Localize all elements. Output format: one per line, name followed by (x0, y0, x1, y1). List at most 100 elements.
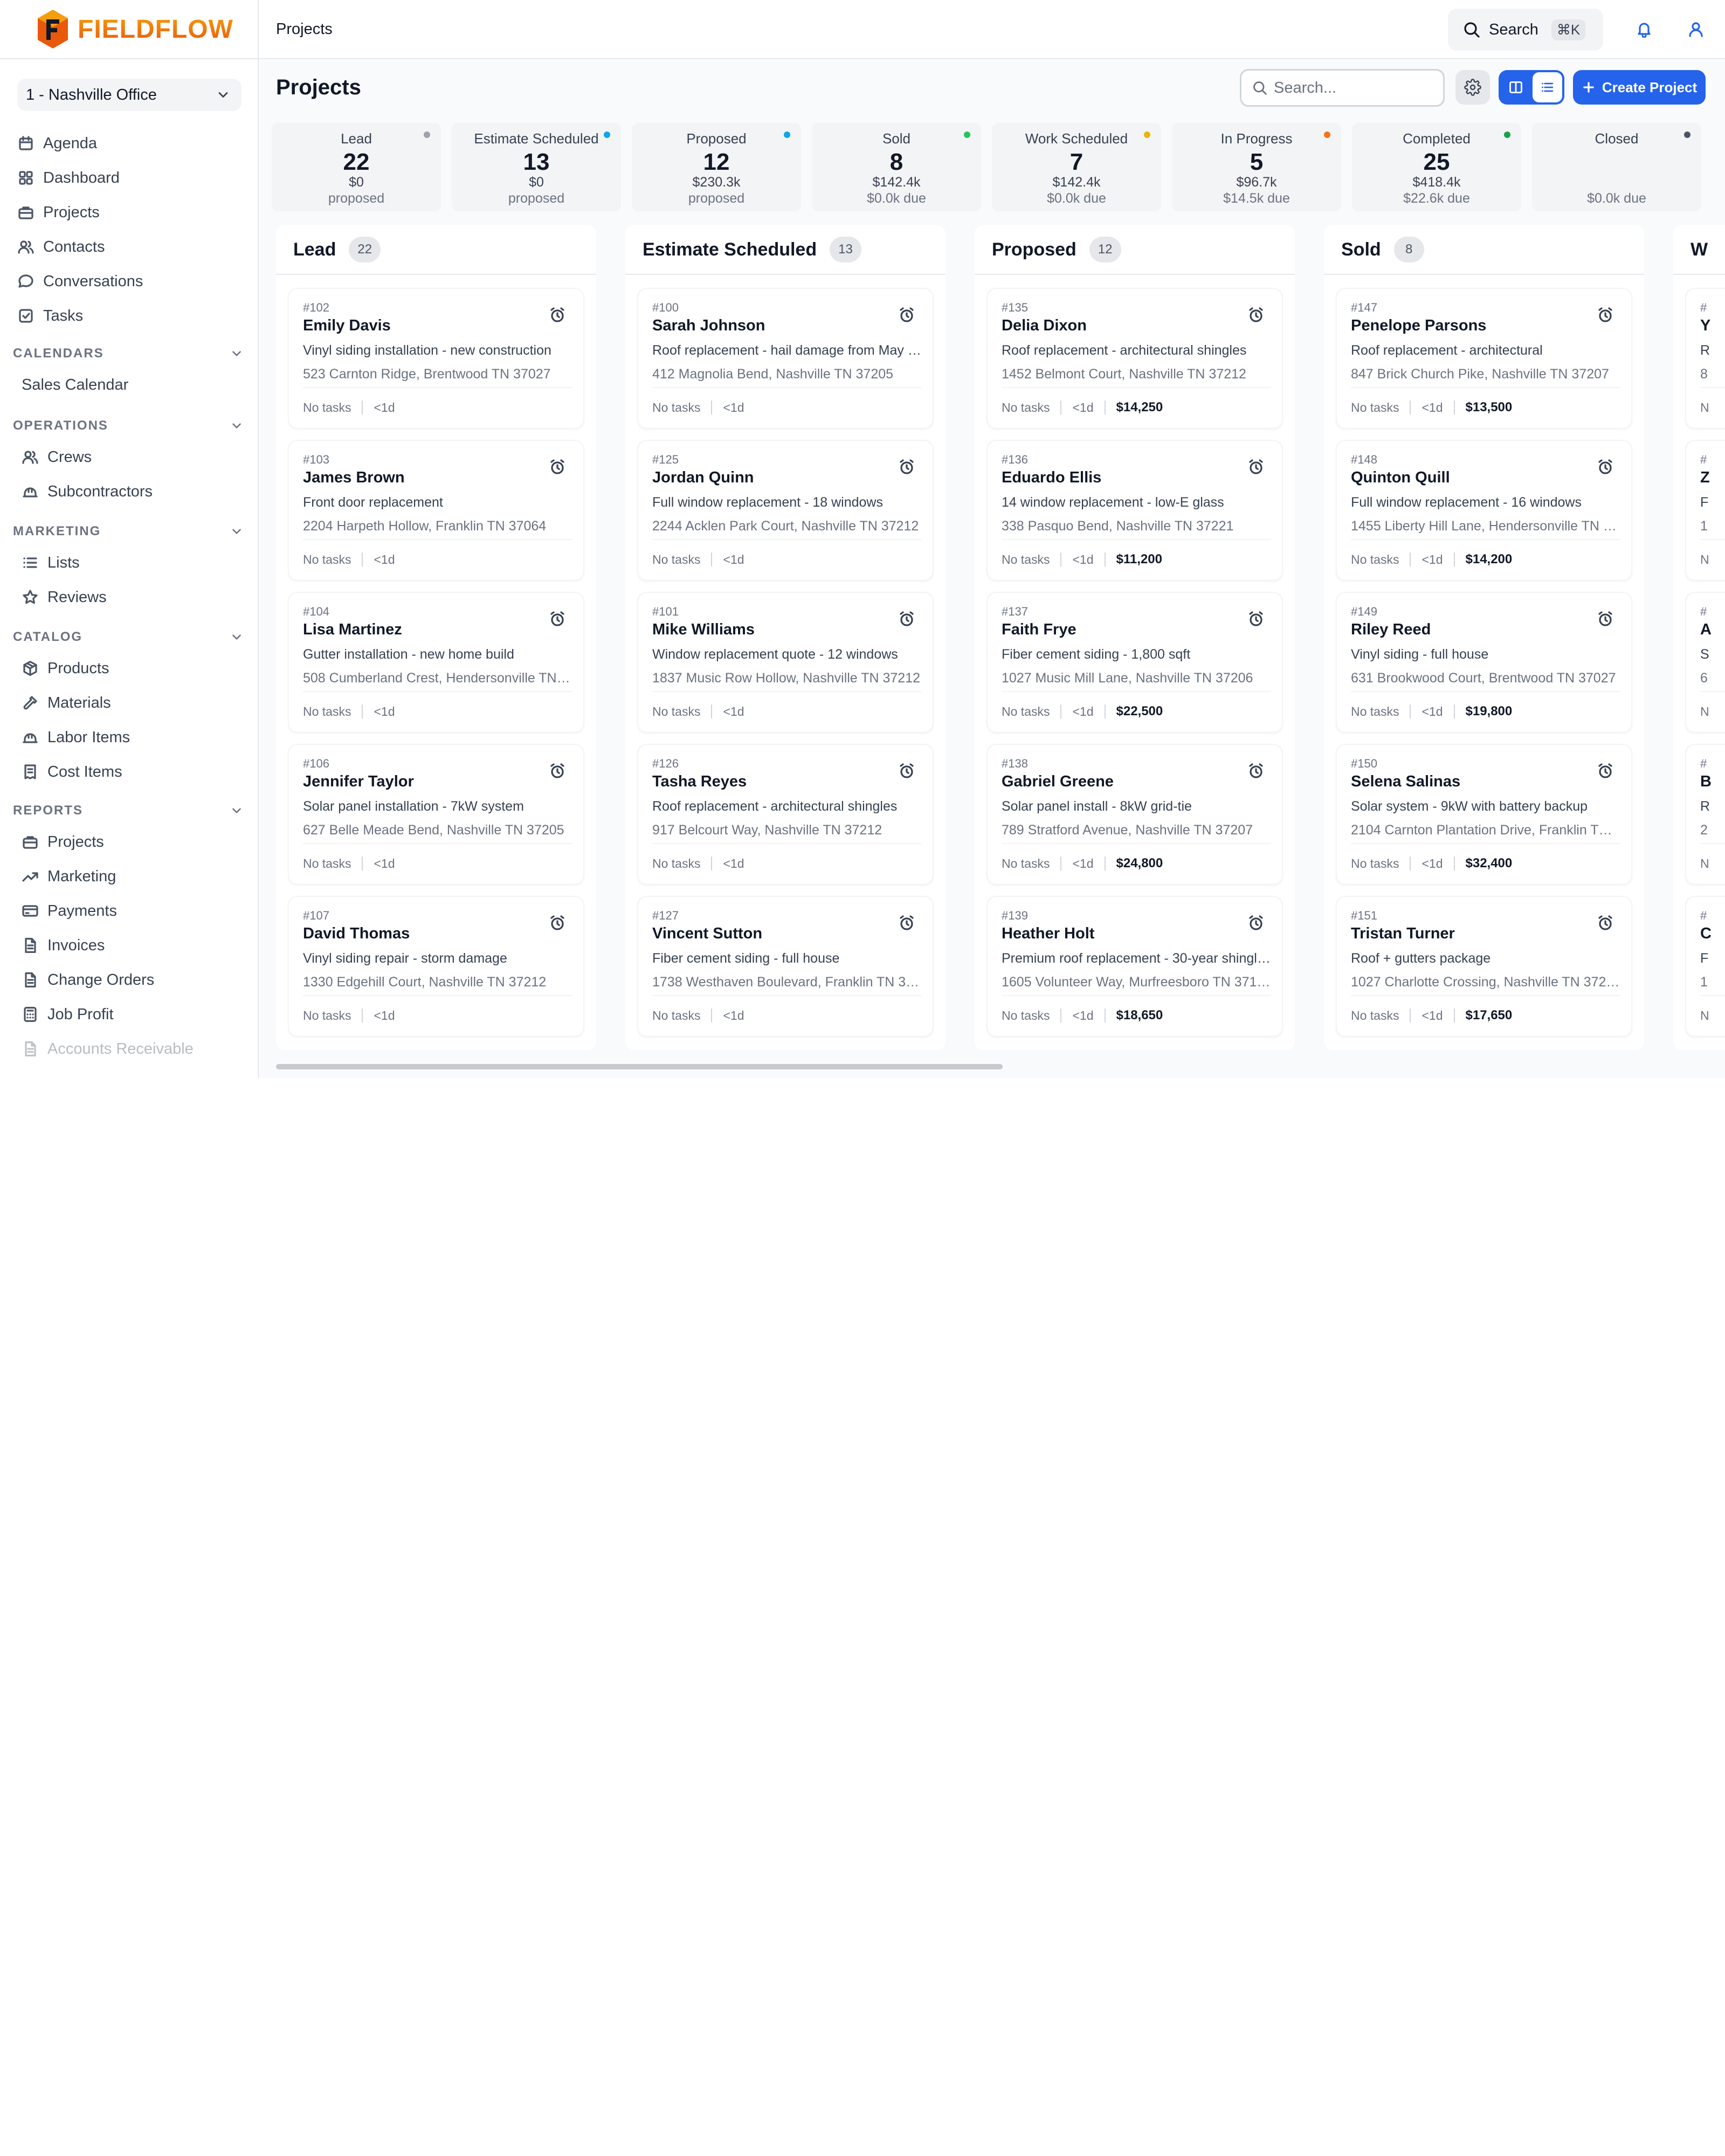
project-card[interactable]: #137 Faith Frye Fiber cement siding - 1,… (988, 593, 1282, 732)
sidebar-item-catalog-labor-items[interactable]: Labor Items (22, 724, 130, 750)
sidebar-item-marketing-lists[interactable]: Lists (22, 550, 80, 576)
sidebar-item-reports-marketing[interactable]: Marketing (22, 863, 116, 889)
alarm-clock-icon[interactable] (898, 914, 915, 931)
sidebar-item-marketing-reviews[interactable]: Reviews (22, 584, 107, 610)
footer-divider (1060, 704, 1062, 718)
project-card[interactable]: #151 Tristan Turner Roof + gutters packa… (1337, 897, 1631, 1036)
sidebar-item-reports-accounts-receivable[interactable]: Accounts Receivable (22, 1036, 194, 1062)
alarm-clock-icon[interactable] (898, 610, 915, 627)
alarm-clock-icon[interactable] (549, 914, 566, 931)
project-card[interactable]: #149 Riley Reed Vinyl siding - full hous… (1337, 593, 1631, 732)
stage-summary[interactable]: Sold 8 $142.4k $0.0k due (812, 123, 981, 211)
stage-status-dot (604, 132, 610, 138)
sidebar-section-operations[interactable]: OPERATIONS (13, 418, 244, 433)
sidebar-item-operations-crews[interactable]: Crews (22, 444, 92, 470)
alarm-clock-icon[interactable] (1597, 610, 1614, 627)
logo[interactable]: FIELDFLOW (0, 0, 258, 59)
bell-icon[interactable] (1636, 20, 1653, 38)
project-card[interactable]: #127 Vincent Sutton Fiber cement siding … (638, 897, 933, 1036)
sidebar-item-reports-invoices[interactable]: Invoices (22, 932, 105, 958)
stage-summary[interactable]: Work Scheduled 7 $142.4k $0.0k due (992, 123, 1161, 211)
sidebar-section-catalog[interactable]: CATALOG (13, 630, 244, 645)
sidebar-item-conversations[interactable]: Conversations (17, 268, 143, 294)
card-description: F (1700, 495, 1709, 510)
sidebar-item-agenda[interactable]: Agenda (17, 130, 97, 156)
alarm-clock-icon[interactable] (1597, 914, 1614, 931)
project-card[interactable]: #148 Quinton Quill Full window replaceme… (1337, 441, 1631, 580)
list-view-button[interactable] (1533, 72, 1562, 102)
alarm-clock-icon[interactable] (1247, 610, 1265, 627)
sidebar-item-reports-change-orders[interactable]: Change Orders (22, 967, 154, 993)
stage-summary[interactable]: Closed $0.0k due (1532, 123, 1701, 211)
project-card[interactable]: #104 Lisa Martinez Gutter installation -… (289, 593, 583, 732)
alarm-clock-icon[interactable] (1247, 306, 1265, 323)
stage-summary[interactable]: Lead 22 $0 proposed (272, 123, 441, 211)
stage-summary[interactable]: Completed 25 $418.4k $22.6k due (1352, 123, 1521, 211)
sidebar-item-catalog-cost-items[interactable]: Cost Items (22, 759, 122, 785)
project-card[interactable]: #102 Emily Davis Vinyl siding installati… (289, 289, 583, 428)
alarm-clock-icon[interactable] (1597, 458, 1614, 475)
project-card[interactable]: # C F 1 N (1686, 897, 1725, 1036)
stage-summary[interactable]: Estimate Scheduled 13 $0 proposed (452, 123, 621, 211)
settings-button[interactable] (1455, 70, 1490, 105)
sidebar-item-reports-projects[interactable]: Projects (22, 829, 104, 855)
sidebar-section-reports[interactable]: REPORTS (13, 803, 244, 818)
project-card[interactable]: #136 Eduardo Ellis 14 window replacement… (988, 441, 1282, 580)
project-card[interactable]: #100 Sarah Johnson Roof replacement - ha… (638, 289, 933, 428)
board-view-button[interactable] (1501, 72, 1530, 102)
project-card[interactable]: #138 Gabriel Greene Solar panel install … (988, 745, 1282, 884)
stage-summary[interactable]: In Progress 5 $96.7k $14.5k due (1172, 123, 1341, 211)
sidebar-item-reports-payments[interactable]: Payments (22, 898, 117, 924)
alarm-clock-icon[interactable] (1247, 762, 1265, 779)
sidebar-item-projects[interactable]: Projects (17, 199, 100, 225)
card-id: # (1700, 453, 1707, 466)
alarm-clock-icon[interactable] (1247, 458, 1265, 475)
card-divider (652, 387, 922, 388)
sidebar-item-operations-subcontractors[interactable]: Subcontractors (22, 479, 153, 505)
create-project-button[interactable]: Create Project (1573, 70, 1706, 105)
project-card[interactable]: # B R 2 N (1686, 745, 1725, 884)
project-card[interactable]: #126 Tasha Reyes Roof replacement - arch… (638, 745, 933, 884)
alarm-clock-icon[interactable] (549, 610, 566, 627)
user-profile-icon[interactable] (1687, 20, 1705, 38)
project-card[interactable]: #147 Penelope Parsons Roof replacement -… (1337, 289, 1631, 428)
sidebar-item-dashboard[interactable]: Dashboard (17, 165, 120, 191)
project-card[interactable]: #101 Mike Williams Window replacement qu… (638, 593, 933, 732)
alarm-clock-icon[interactable] (549, 306, 566, 323)
sidebar-item-contacts[interactable]: Contacts (17, 234, 105, 260)
project-card[interactable]: #107 David Thomas Vinyl siding repair - … (289, 897, 583, 1036)
sidebar-item-catalog-materials[interactable]: Materials (22, 690, 111, 716)
stage-summary[interactable]: Proposed 12 $230.3k proposed (632, 123, 801, 211)
project-card[interactable]: #135 Delia Dixon Roof replacement - arch… (988, 289, 1282, 428)
stage-count: 12 (703, 149, 730, 175)
alarm-clock-icon[interactable] (549, 458, 566, 475)
project-card[interactable]: #103 James Brown Front door replacement … (289, 441, 583, 580)
global-search-button[interactable]: Search ⌘K (1448, 9, 1603, 51)
card-tasks: No tasks (1002, 400, 1050, 414)
sidebar-section-marketing[interactable]: MARKETING (13, 524, 244, 539)
sidebar-section-calendars[interactable]: CALENDARS (13, 346, 244, 361)
horizontal-scrollbar[interactable] (276, 1064, 1003, 1069)
sidebar-item-catalog-products[interactable]: Products (22, 655, 109, 681)
alarm-clock-icon[interactable] (898, 306, 915, 323)
project-card[interactable]: #150 Selena Salinas Solar system - 9kW w… (1337, 745, 1631, 884)
sidebar-item-calendars-sales-calendar[interactable]: Sales Calendar (22, 372, 128, 398)
alarm-clock-icon[interactable] (898, 458, 915, 475)
sidebar-item-tasks[interactable]: Tasks (17, 303, 83, 329)
project-card[interactable]: #139 Heather Holt Premium roof replaceme… (988, 897, 1282, 1036)
alarm-clock-icon[interactable] (549, 762, 566, 779)
project-card[interactable]: # Z F 1 N (1686, 441, 1725, 580)
project-search[interactable] (1240, 69, 1445, 107)
project-card[interactable]: # A S 6 N (1686, 593, 1725, 732)
sidebar-item-reports-job-profit[interactable]: Job Profit (22, 1001, 114, 1027)
alarm-clock-icon[interactable] (1597, 762, 1614, 779)
project-card[interactable]: #106 Jennifer Taylor Solar panel install… (289, 745, 583, 884)
alarm-clock-icon[interactable] (898, 762, 915, 779)
alarm-clock-icon[interactable] (1247, 914, 1265, 931)
project-search-input[interactable] (1274, 79, 1436, 97)
project-card[interactable]: # Y R 8 N (1686, 289, 1725, 428)
office-selector[interactable]: 1 - Nashville Office (17, 79, 242, 111)
alarm-clock-icon[interactable] (1597, 306, 1614, 323)
card-customer-name: Tristan Turner (1351, 925, 1455, 942)
project-card[interactable]: #125 Jordan Quinn Full window replacemen… (638, 441, 933, 580)
